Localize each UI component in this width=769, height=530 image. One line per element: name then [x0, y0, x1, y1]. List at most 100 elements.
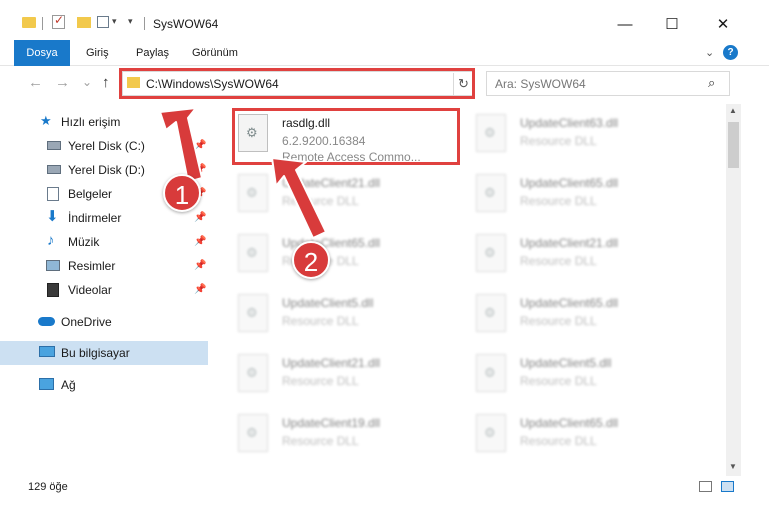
file-name: UpdateClient63.dll — [520, 116, 619, 130]
dll-file-icon — [238, 234, 268, 272]
help-icon[interactable]: ? — [723, 45, 738, 60]
file-item[interactable]: UpdateClient5.dll Resource DLL — [476, 350, 696, 406]
documents-icon — [47, 187, 59, 201]
details-view-icon[interactable] — [699, 481, 712, 492]
file-name: UpdateClient5.dll — [520, 356, 612, 370]
file-type: Resource DLL — [520, 194, 597, 208]
computer-icon — [39, 346, 55, 357]
address-highlight — [119, 68, 475, 99]
sidebar-item-label: Videolar — [68, 283, 112, 297]
forward-button[interactable]: → — [55, 74, 70, 91]
download-icon: ⬇ — [46, 208, 59, 225]
list-icon[interactable] — [97, 16, 109, 28]
item-count: 129 öğe — [28, 481, 68, 493]
sidebar-item-label: Yerel Disk (D:) — [68, 163, 145, 177]
file-highlight — [232, 108, 460, 165]
customize-toolbar-icon[interactable]: ▾ — [128, 16, 133, 27]
network-icon — [39, 378, 54, 390]
file-item[interactable]: UpdateClient65.dll Resource DLL — [476, 290, 696, 346]
file-item[interactable]: UpdateClient21.dll Resource DLL — [238, 350, 458, 406]
step-badge-1: 1 — [163, 174, 201, 212]
pictures-icon — [46, 260, 60, 271]
file-item[interactable]: UpdateClient65.dll Resource DLL — [476, 410, 696, 466]
dll-file-icon — [476, 354, 506, 392]
drive-icon — [47, 141, 61, 150]
file-item[interactable]: UpdateClient65.dll Resource DLL — [476, 170, 696, 226]
file-name: UpdateClient5.dll — [282, 296, 374, 310]
file-type: Resource DLL — [520, 134, 597, 148]
sidebar-item-onedrive[interactable]: OneDrive — [0, 310, 208, 334]
pin-icon[interactable]: 📌 — [194, 140, 206, 151]
sidebar-item-network[interactable]: Ağ — [0, 373, 208, 397]
search-icon[interactable]: ⌕ — [708, 75, 715, 91]
expand-ribbon-icon[interactable]: ⌄ — [705, 46, 714, 59]
file-item[interactable]: UpdateClient63.dll Resource DLL — [476, 110, 696, 166]
tab-view[interactable]: Görünüm — [184, 40, 246, 66]
pin-icon[interactable]: 📌 — [194, 236, 206, 247]
file-type: Resource DLL — [520, 254, 597, 268]
sidebar-item-quick-access[interactable]: ★ Hızlı erişim — [0, 110, 208, 134]
drive-icon — [47, 165, 61, 174]
pin-icon[interactable]: 📌 — [194, 260, 206, 271]
file-type: Resource DLL — [282, 194, 359, 208]
scrollbar-thumb[interactable] — [728, 122, 739, 168]
back-button[interactable]: ← — [28, 74, 43, 91]
file-item[interactable]: UpdateClient21.dll Resource DLL — [238, 170, 458, 226]
file-name: UpdateClient21.dll — [282, 176, 381, 190]
sidebar-item-label: Müzik — [68, 235, 100, 249]
dll-file-icon — [476, 294, 506, 332]
sidebar-item-label: Resimler — [68, 259, 116, 273]
window-title: SysWOW64 — [153, 17, 219, 31]
new-folder-icon[interactable] — [77, 17, 91, 28]
file-name: UpdateClient65.dll — [520, 296, 619, 310]
sidebar-item-music[interactable]: ♪ Müzik 📌 — [0, 230, 208, 254]
folder-icon[interactable] — [22, 17, 36, 28]
sidebar-item-label: Belgeler — [68, 187, 113, 201]
sidebar-item-local-disk-c[interactable]: Yerel Disk (C:) 📌 — [0, 134, 208, 158]
separator — [144, 17, 145, 30]
file-item[interactable]: UpdateClient19.dll Resource DLL — [238, 410, 458, 466]
dropdown-arrow-icon[interactable]: ▾ — [112, 16, 117, 27]
sidebar-item-label: Ağ — [61, 378, 76, 392]
maximize-button[interactable]: ☐ — [649, 12, 695, 38]
ribbon: Dosya Giriş Paylaş Görünüm ⌄ ? — [0, 40, 769, 66]
sidebar-item-label: OneDrive — [61, 315, 112, 329]
file-item[interactable]: UpdateClient21.dll Resource DLL — [476, 230, 696, 286]
file-name: UpdateClient21.dll — [520, 236, 619, 250]
scroll-up-icon[interactable]: ▲ — [729, 106, 737, 115]
close-button[interactable]: ✕ — [700, 12, 746, 38]
search-placeholder: Ara: SysWOW64 — [495, 77, 586, 91]
sidebar-item-videos[interactable]: Videolar 📌 — [0, 278, 208, 302]
properties-icon[interactable] — [52, 13, 65, 29]
pin-icon[interactable]: 📌 — [194, 284, 206, 295]
recent-locations-button[interactable]: ⌄ — [82, 75, 92, 89]
file-type: Resource DLL — [520, 434, 597, 448]
tab-file[interactable]: Dosya — [14, 40, 70, 66]
file-type: Resource DLL — [282, 434, 359, 448]
minimize-button[interactable]: — — [602, 12, 648, 38]
videos-icon — [47, 283, 59, 297]
file-item[interactable]: UpdateClient5.dll Resource DLL — [238, 290, 458, 346]
sidebar-item-label: Yerel Disk (C:) — [68, 139, 145, 153]
dll-file-icon — [238, 354, 268, 392]
dll-file-icon — [476, 114, 506, 152]
sidebar-item-label: Hızlı erişim — [61, 115, 121, 129]
dll-file-icon — [238, 414, 268, 452]
sidebar-item-this-pc[interactable]: Bu bilgisayar — [0, 341, 208, 365]
pin-icon[interactable]: 📌 — [194, 164, 206, 175]
file-item[interactable]: UpdateClient65.dll Resource DLL — [238, 230, 458, 286]
pin-icon[interactable]: 📌 — [194, 212, 206, 223]
file-type: Resource DLL — [520, 314, 597, 328]
scroll-down-icon[interactable]: ▼ — [729, 462, 737, 471]
tiles-view-icon[interactable] — [721, 481, 734, 492]
tab-share[interactable]: Paylaş — [128, 40, 177, 66]
dll-file-icon — [476, 234, 506, 272]
tab-home[interactable]: Giriş — [78, 40, 117, 66]
separator — [42, 17, 43, 30]
star-icon: ★ — [40, 113, 52, 128]
file-name: UpdateClient21.dll — [282, 356, 381, 370]
dll-file-icon — [238, 174, 268, 212]
status-bar — [0, 476, 769, 498]
sidebar-item-pictures[interactable]: Resimler 📌 — [0, 254, 208, 278]
up-button[interactable]: ↑ — [102, 74, 110, 91]
